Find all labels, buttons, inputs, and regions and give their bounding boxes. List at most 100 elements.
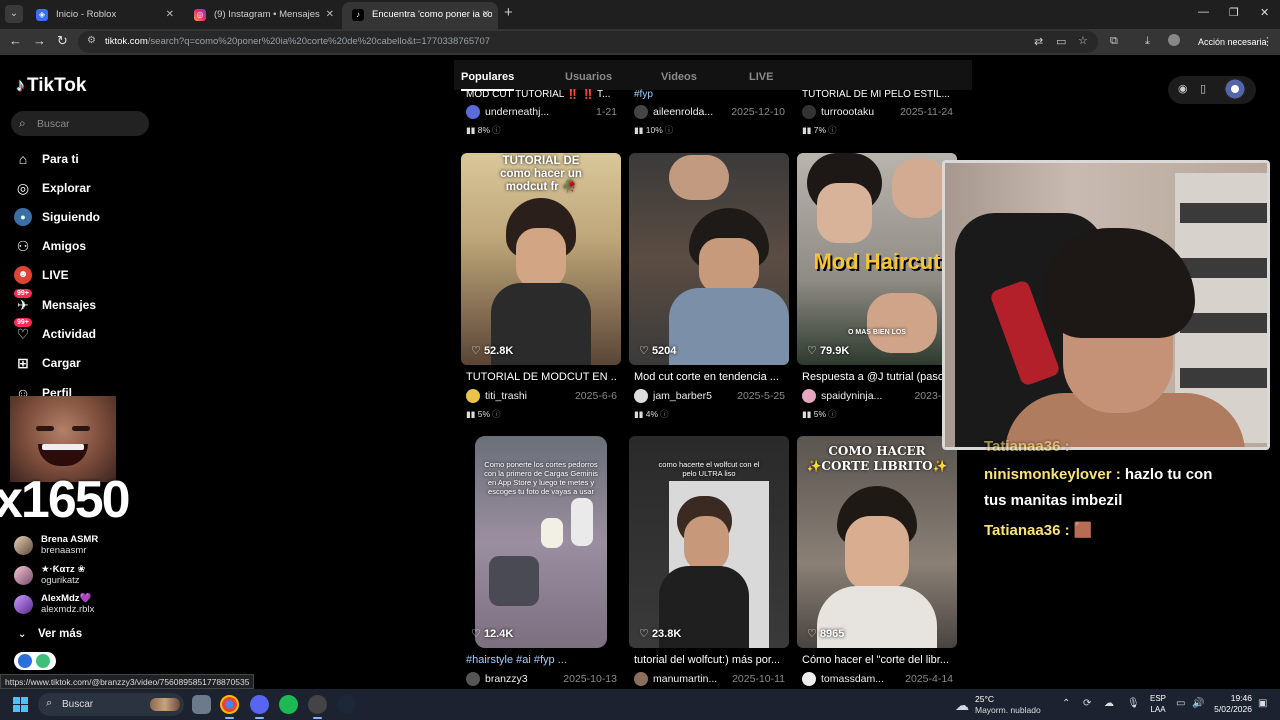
video-author[interactable]: tomassdam... 2025-4-14	[802, 671, 957, 687]
reload-icon[interactable]: ↻	[57, 33, 68, 49]
engagement-stat: ▮▮ 7% ⓘ	[802, 125, 837, 135]
tiktok-logo[interactable]: ♪ TikTok	[16, 75, 86, 97]
tab-populares[interactable]: Populares	[461, 71, 515, 91]
top-actions: ◉ ▯	[1168, 76, 1256, 104]
action-needed-button[interactable]: Acción necesaria	[1192, 32, 1273, 52]
tab-search-button[interactable]: ⌄	[5, 5, 23, 23]
user-avatar[interactable]	[1224, 78, 1246, 100]
video-author[interactable]: underneathj... 1-21	[466, 104, 621, 120]
obs-icon[interactable]	[308, 695, 327, 719]
browser-menu-icon[interactable]: ⋮	[1262, 35, 1273, 48]
app-badge[interactable]	[14, 652, 56, 670]
chevron-up-icon[interactable]: ⌃	[1062, 698, 1070, 709]
search-input[interactable]	[37, 115, 142, 132]
extensions-icon[interactable]: ⧉	[1110, 35, 1118, 48]
volume-icon[interactable]: 🔊	[1192, 698, 1204, 709]
chat-message: ninismonkeylover : hazlo tu con	[984, 466, 1213, 483]
steam-icon[interactable]	[337, 695, 356, 714]
file-explorer-icon[interactable]	[192, 695, 211, 714]
bar-chart-icon: ▮▮	[634, 409, 644, 419]
upload-icon: ⊞	[17, 355, 29, 371]
tab-title: Encuentra 'como poner ia corte	[372, 9, 492, 20]
coin-icon[interactable]: ◉	[1178, 82, 1188, 95]
discord-icon[interactable]	[250, 695, 269, 719]
browser-toolbar: ← → ↻ ⚙ tiktok.com/search?q=como%20poner…	[0, 29, 1280, 55]
tab-live[interactable]: LIVE	[749, 71, 773, 83]
video-author[interactable]: turroootaku 2025-11-24	[802, 104, 957, 120]
video-author[interactable]: branzzy3 2025-10-13	[466, 671, 621, 687]
maximize-icon[interactable]: ❐	[1229, 6, 1239, 19]
address-bar[interactable]: ⚙ tiktok.com/search?q=como%20poner%20ia%…	[78, 31, 1098, 53]
tiktok-icon: ♪	[352, 9, 364, 21]
video-author[interactable]: jam_barber5 2025-5-25	[634, 388, 789, 404]
video-caption: MOD CUT TUTORIAL ‼️ ‼️ T...	[466, 89, 611, 100]
video-thumbnail[interactable]: COMO HACER ✨CORTE LIBRITO✨ ♡ 8965	[797, 436, 957, 648]
chat-message: tus manitas imbezil	[984, 492, 1123, 509]
bar-chart-icon: ▮▮	[634, 125, 644, 135]
sync-icon[interactable]: ⟳	[1083, 698, 1091, 709]
video-author[interactable]: spaidyninja... 2023-10	[802, 388, 957, 404]
notification-icon[interactable]: ▣	[1258, 698, 1267, 709]
video-thumbnail[interactable]: ♡ 5204	[629, 153, 789, 365]
stream-counter: x1650	[0, 471, 131, 529]
heart-icon: ♡	[807, 345, 817, 357]
onedrive-icon[interactable]: ☁	[1104, 698, 1114, 709]
close-icon[interactable]: ✕	[166, 2, 174, 27]
video-author[interactable]: manumartin... 2025-10-11	[634, 671, 789, 687]
heart-icon: ♡	[471, 345, 481, 357]
close-icon[interactable]: ✕	[482, 2, 490, 27]
microphone-icon[interactable]: 🎙	[1127, 698, 1140, 709]
bookmark-star-icon[interactable]: ☆	[1078, 34, 1088, 47]
tab-tiktok[interactable]: ♪ Encuentra 'como poner ia corte ✕	[342, 2, 498, 29]
minimize-icon[interactable]: —	[1198, 6, 1209, 18]
language-indicator[interactable]: ESP LAA	[1150, 693, 1166, 715]
avatar	[802, 389, 816, 403]
new-tab-button[interactable]: +	[504, 4, 513, 21]
video-caption: #fyp	[634, 89, 653, 100]
messages-icon: ✈	[17, 297, 29, 313]
phone-icon[interactable]: ▯	[1200, 82, 1206, 95]
avatar	[634, 672, 648, 686]
heart-icon: ♡	[639, 345, 649, 357]
info-icon: ⓘ	[828, 125, 837, 135]
bar-chart-icon: ▮▮	[802, 125, 812, 135]
compass-icon: ◎	[16, 180, 30, 196]
see-more-button[interactable]: ⌄ Ver más	[18, 628, 82, 640]
video-thumbnail[interactable]: como hacerte el wolfcut con el pelo ULTR…	[629, 436, 789, 648]
tab-roblox[interactable]: ◈ Inicio - Roblox ✕	[26, 2, 182, 29]
info-icon: ⓘ	[828, 409, 837, 419]
video-caption: Cómo hacer el "corte del libr...	[802, 654, 949, 666]
thumbnail-text: como hacerte el wolfcut con el pelo ULTR…	[658, 460, 760, 478]
cast-icon[interactable]: ▭	[1056, 35, 1066, 48]
windows-start-icon[interactable]	[13, 697, 29, 713]
video-thumbnail[interactable]: Mod Haircut O MAS BIEN LOS ♡ 79.9K	[797, 153, 957, 365]
video-caption: tutorial del wolfcut:) más por...	[634, 654, 781, 666]
network-icon[interactable]: ▭	[1176, 698, 1185, 709]
clock[interactable]: 19:46 5/02/2026	[1208, 693, 1252, 715]
download-icon[interactable]: ⤓	[1145, 35, 1150, 48]
avatar	[634, 389, 648, 403]
window-close-icon[interactable]: ✕	[1260, 6, 1269, 19]
tab-usuarios[interactable]: Usuarios	[565, 71, 612, 83]
chrome-icon[interactable]	[220, 695, 239, 719]
forward-icon[interactable]: →	[33, 33, 46, 48]
site-info-icon[interactable]: ⚙	[87, 35, 96, 46]
avatar	[802, 672, 816, 686]
heart-icon: ♡	[639, 628, 649, 640]
video-caption: Respuesta a @J tutrial (paso	[802, 371, 945, 383]
video-author[interactable]: aileenrolda... 2025-12-10	[634, 104, 789, 120]
spotify-icon[interactable]	[279, 695, 298, 714]
back-icon[interactable]: ←	[9, 33, 22, 48]
video-thumbnail[interactable]: TUTORIAL DE como hacer un modcut fr 🥀 ♡ …	[461, 153, 621, 365]
chat-message: Tatianaa36 : 🟫	[984, 522, 1093, 539]
close-icon[interactable]: ✕	[326, 2, 334, 27]
taskbar-search[interactable]: ⌕ Buscar	[38, 693, 184, 716]
tab-instagram[interactable]: ◎ (9) Instagram • Mensajes ✕	[184, 2, 342, 29]
profile-avatar[interactable]	[1168, 34, 1180, 46]
tab-videos[interactable]: Videos	[661, 71, 697, 83]
search-box[interactable]: ⌕	[11, 111, 149, 136]
cloud-icon: ☁	[955, 697, 969, 713]
video-thumbnail[interactable]: Como ponerte los cortes pedorros con la …	[461, 436, 621, 648]
translate-icon[interactable]: ⇄	[1034, 35, 1043, 48]
video-author[interactable]: titi_trashi 2025-6-6	[466, 388, 621, 404]
